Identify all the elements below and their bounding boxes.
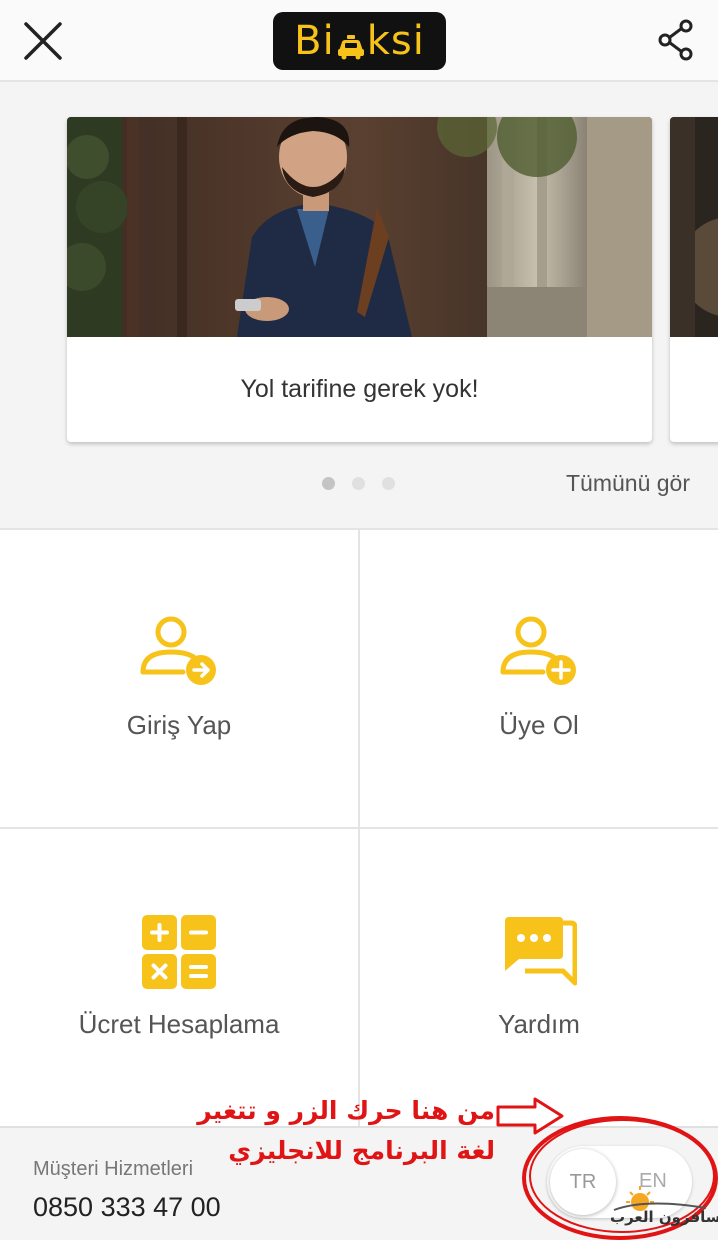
fare-calc-label: Ücret Hesaplama — [78, 1009, 280, 1039]
watermark: المسافرون العرب — [606, 1178, 718, 1234]
share-icon[interactable] — [656, 18, 696, 62]
carousel-pagination — [322, 477, 395, 490]
lang-option-tr: TR — [569, 1170, 597, 1193]
signup-label: Üye Ol — [499, 710, 579, 740]
main-menu-grid: Giriş Yap Üye Ol Ücret Hesaplama Yardım — [0, 528, 718, 1128]
calculator-icon — [142, 915, 216, 994]
watermark-text: المسافرون العرب — [610, 1208, 718, 1226]
see-all-link[interactable]: Tümünü gör — [566, 470, 690, 497]
grid-divider-horizontal — [0, 827, 718, 829]
help-label: Yardım — [498, 1009, 580, 1039]
promo-carousel[interactable]: Yol tarifine gerek yok! Tümünü gör — [0, 84, 718, 528]
promo-card[interactable]: Yol tarifine gerek yok! — [67, 117, 652, 442]
taxi-icon — [336, 25, 366, 60]
logo-suffix: ksi — [366, 18, 425, 64]
carousel-dot[interactable] — [382, 477, 395, 490]
logo-prefix: Bi — [294, 18, 335, 64]
grid-divider-vertical — [358, 530, 360, 1128]
carousel-dot[interactable] — [322, 477, 335, 490]
annotation-line-2: لغة البرنامج للانجليزي — [228, 1136, 495, 1165]
promo-photo — [67, 117, 652, 337]
bitaksi-logo: Bi ksi — [273, 12, 446, 70]
signup-tile[interactable]: Üye Ol — [360, 530, 718, 827]
fare-calc-tile[interactable]: Ücret Hesaplama — [0, 829, 358, 1126]
login-tile[interactable]: Giriş Yap — [0, 530, 358, 827]
carousel-dot[interactable] — [352, 477, 365, 490]
promo-caption: Yol tarifine gerek yok! — [240, 375, 479, 403]
customer-service-label: Müşteri Hizmetleri — [33, 1158, 194, 1180]
promo-card-next[interactable] — [670, 117, 718, 442]
close-icon[interactable] — [22, 20, 64, 62]
app-header: Bi ksi — [0, 0, 718, 82]
user-login-icon — [139, 616, 219, 693]
annotation-line-1: من هنا حرك الزر و تتغير — [197, 1096, 495, 1125]
user-add-icon — [499, 616, 579, 693]
chat-bubbles-icon — [501, 915, 578, 992]
customer-service-phone[interactable]: 0850 333 47 00 — [33, 1192, 221, 1223]
login-label: Giriş Yap — [126, 710, 232, 740]
help-tile[interactable]: Yardım — [360, 829, 718, 1126]
